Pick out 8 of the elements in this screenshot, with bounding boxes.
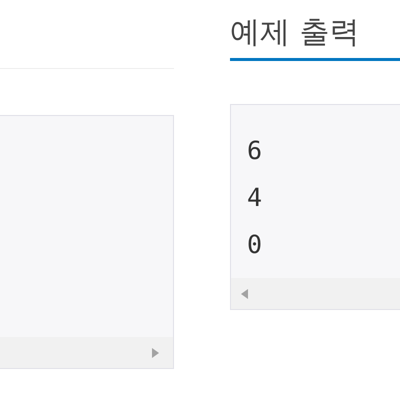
horizontal-scrollbar[interactable] xyxy=(0,337,173,368)
section-heading: 예제 출력 xyxy=(230,0,400,61)
scroll-left-arrow-icon[interactable] xyxy=(241,288,248,298)
horizontal-scrollbar[interactable] xyxy=(231,278,400,309)
scroll-right-arrow-icon[interactable] xyxy=(152,348,159,358)
output-line: 0 xyxy=(247,229,264,261)
output-line: 4 xyxy=(247,182,264,214)
output-line: 6 xyxy=(247,135,264,167)
